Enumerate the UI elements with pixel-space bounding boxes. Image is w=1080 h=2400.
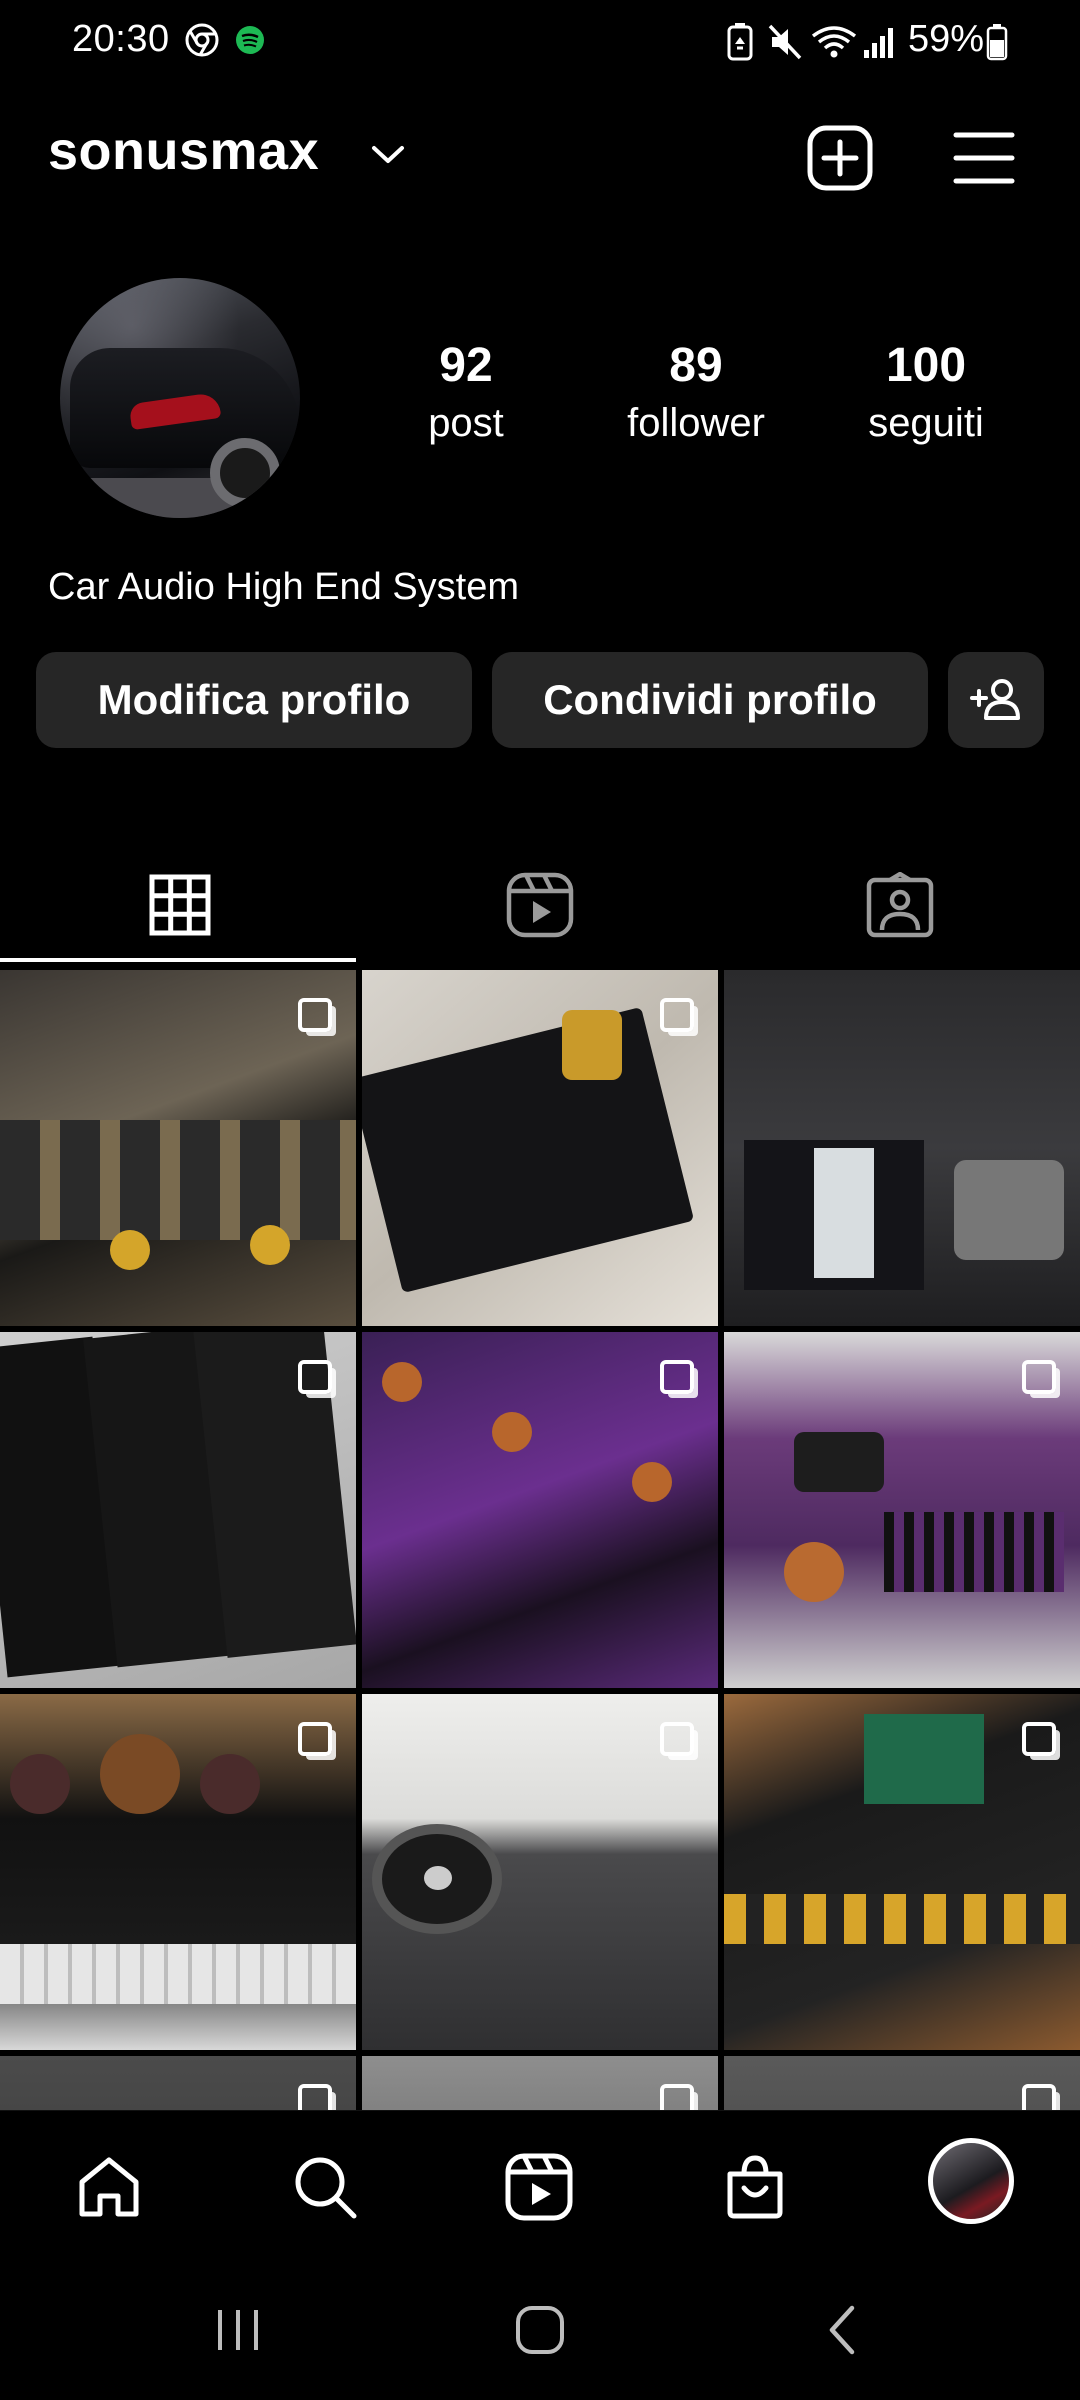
share-profile-button[interactable]: Condividi profilo: [492, 652, 928, 748]
stat-following[interactable]: 100 seguiti: [836, 338, 1016, 446]
multi-post-icon: [298, 998, 332, 1032]
chevron-down-icon[interactable]: [370, 142, 406, 171]
nav-reels[interactable]: [494, 2142, 584, 2232]
stat-following-label: seguiti: [868, 401, 984, 445]
multi-post-icon: [1022, 2084, 1056, 2110]
edit-profile-button[interactable]: Modifica profilo: [36, 652, 472, 748]
profile-avatar[interactable]: [60, 278, 300, 518]
nav-search[interactable]: [280, 2142, 370, 2232]
home-icon: [79, 2157, 139, 2217]
battery-percent: 59%: [908, 18, 985, 60]
post-tile[interactable]: [0, 1332, 356, 1688]
recents-button[interactable]: [188, 2290, 288, 2370]
posts-grid: [0, 962, 1080, 2110]
post-tile[interactable]: [0, 2056, 356, 2110]
profile-bio: Car Audio High End System: [48, 566, 520, 608]
post-tile[interactable]: [724, 1694, 1080, 2050]
stat-followers[interactable]: 89 follower: [606, 338, 786, 446]
multi-post-icon: [660, 1360, 694, 1394]
chrome-icon: [184, 22, 220, 63]
home-button-icon: [516, 2306, 564, 2354]
stat-posts-value: 92: [439, 339, 493, 392]
tagged-icon: [866, 872, 934, 938]
recents-icon: [218, 2310, 258, 2350]
post-tile[interactable]: [724, 1332, 1080, 1688]
multi-post-icon: [1022, 1360, 1056, 1394]
reels-icon: [506, 872, 574, 938]
add-person-icon: [970, 679, 1020, 720]
reels-icon: [505, 2153, 573, 2221]
status-time: 20:30: [72, 18, 170, 60]
multi-post-icon: [660, 998, 694, 1032]
stat-following-value: 100: [885, 339, 967, 392]
status-bar: 20:30 59%: [0, 0, 1080, 88]
tab-posts-grid[interactable]: [0, 850, 360, 960]
spotify-icon: [232, 22, 268, 63]
post-tile[interactable]: [362, 1694, 718, 2050]
stat-posts-label: post: [428, 401, 504, 445]
multi-post-icon: [1022, 1722, 1056, 1756]
add-post-icon: [807, 125, 873, 191]
discover-people-button[interactable]: [948, 652, 1044, 748]
post-tile[interactable]: [362, 970, 718, 1326]
shop-icon: [727, 2155, 783, 2219]
multi-post-icon: [660, 1722, 694, 1756]
post-tile[interactable]: [0, 970, 356, 1326]
back-button[interactable]: [792, 2290, 892, 2370]
nav-shop[interactable]: [710, 2142, 800, 2232]
tab-tagged[interactable]: [720, 850, 1080, 960]
multi-post-icon: [298, 2084, 332, 2110]
search-icon: [295, 2157, 357, 2219]
menu-button[interactable]: [946, 120, 1022, 196]
tab-reels[interactable]: [360, 850, 720, 960]
battery-icon: [986, 22, 1008, 67]
stat-followers-label: follower: [627, 401, 765, 445]
post-tile[interactable]: [0, 1694, 356, 2050]
multi-post-icon: [660, 2084, 694, 2110]
multi-post-icon: [298, 1360, 332, 1394]
post-tile[interactable]: [724, 2056, 1080, 2110]
menu-icon: [953, 132, 1015, 184]
nav-home[interactable]: [64, 2142, 154, 2232]
username[interactable]: sonusmax: [48, 120, 319, 182]
grid-icon: [149, 874, 211, 936]
back-icon: [829, 2305, 855, 2355]
home-button[interactable]: [490, 2290, 590, 2370]
stat-posts[interactable]: 92 post: [376, 338, 556, 446]
post-tile[interactable]: [724, 970, 1080, 1326]
stat-followers-value: 89: [669, 339, 723, 392]
mute-icon: [766, 22, 806, 67]
battery-saver-icon: [724, 22, 756, 67]
post-tile[interactable]: [362, 1332, 718, 1688]
wifi-icon: [810, 22, 858, 67]
add-post-button[interactable]: [802, 120, 878, 196]
signal-icon: [862, 22, 900, 67]
post-tile[interactable]: [362, 2056, 718, 2110]
multi-post-icon: [298, 1722, 332, 1756]
nav-profile-avatar[interactable]: [928, 2138, 1014, 2224]
